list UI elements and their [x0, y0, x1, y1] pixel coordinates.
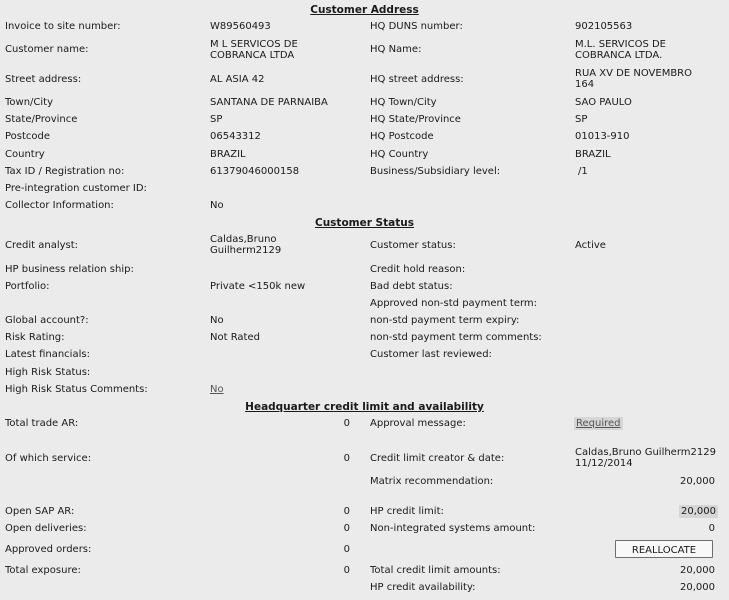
total-trade-ar-value: 0 [343, 418, 350, 429]
high-risk-comments-link[interactable]: No [210, 384, 224, 395]
approved-orders-value: 0 [343, 544, 350, 555]
total-exposure-value: 0 [343, 565, 350, 576]
matrix-recommendation-label: Matrix recommendation: [370, 476, 494, 487]
open-sap-ar-value: 0 [343, 506, 350, 517]
total-limit-amounts-label: Total credit limit amounts: [370, 565, 501, 576]
open-deliveries-label: Open deliveries: [5, 523, 87, 534]
non-integrated-amount-label: Non-integrated systems amount: [370, 523, 536, 534]
non-integrated-amount-value: 0 [708, 523, 715, 534]
risk-rating-value: Not Rated [210, 332, 260, 343]
bad-debt-status-label: Bad debt status: [370, 281, 453, 292]
credit-analyst-value: Caldas,Bruno Guilherm2129 [210, 234, 282, 256]
hp-credit-availability-value: 20,000 [680, 582, 715, 593]
hq-name-value: M.L. SERVICOS DE COBRANCA LTDA. [575, 39, 666, 61]
matrix-recommendation-value: 20,000 [680, 476, 715, 487]
open-sap-ar-label: Open SAP AR: [5, 506, 75, 517]
reallocate-button[interactable]: REALLOCATE [615, 540, 713, 558]
hq-town-value: SAO PAULO [575, 97, 632, 108]
hp-credit-limit-label: HP credit limit: [370, 506, 444, 517]
hq-state-value: SP [575, 114, 588, 125]
business-level-value: /1 [578, 166, 588, 177]
approval-message-link[interactable]: Required [574, 417, 623, 430]
street-address-value: AL ASIA 42 [210, 74, 265, 85]
collector-info-label: Collector Information: [5, 200, 114, 211]
total-trade-ar-label: Total trade AR: [5, 418, 79, 429]
nonstd-term-expiry-label: non-std payment term expiry: [370, 315, 520, 326]
state-province-value: SP [210, 114, 223, 125]
postcode-label: Postcode [5, 131, 51, 142]
total-exposure-label: Total exposure: [5, 565, 81, 576]
hq-name-label: HQ Name: [370, 44, 422, 55]
customer-name-value: M L SERVICOS DE COBRANCA LTDA [210, 39, 298, 61]
high-risk-status-label: High Risk Status: [5, 367, 91, 378]
hq-street-value: RUA XV DE NOVEMBRO 164 [575, 68, 692, 90]
town-city-value: SANTANA DE PARNAIBA [210, 97, 328, 108]
credit-hold-reason-label: Credit hold reason: [370, 264, 466, 275]
hq-town-label: HQ Town/City [370, 97, 437, 108]
latest-financials-label: Latest financials: [5, 349, 90, 360]
approved-orders-label: Approved orders: [5, 544, 92, 555]
collector-info-value: No [210, 200, 224, 211]
invoice-site-number-label: Invoice to site number: [5, 21, 121, 32]
portfolio-label: Portfolio: [5, 281, 50, 292]
hp-business-relationship-label: HP business relation ship: [5, 264, 134, 275]
of-which-service-label: Of which service: [5, 453, 92, 464]
credit-analyst-label: Credit analyst: [5, 240, 79, 251]
hq-state-label: HQ State/Province [370, 114, 461, 125]
limit-creator-value: Caldas,Bruno Guilherm2129 11/12/2014 [575, 447, 716, 469]
town-city-label: Town/City [5, 97, 54, 108]
nonstd-term-comments-label: non-std payment term comments: [370, 332, 542, 343]
country-value: BRAZIL [210, 149, 246, 160]
pre-integration-id-label: Pre-integration customer ID: [5, 183, 147, 194]
portfolio-value: Private <150k new [210, 281, 306, 292]
hq-postcode-label: HQ Postcode [370, 131, 434, 142]
state-province-label: State/Province [5, 114, 78, 125]
customer-status-heading: Customer Status [315, 217, 414, 229]
global-account-label: Global account?: [5, 315, 89, 326]
limit-creator-label: Credit limit creator & date: [370, 453, 505, 464]
risk-rating-label: Risk Rating: [5, 332, 65, 343]
customer-status-value: Active [575, 240, 606, 251]
postcode-value: 06543312 [210, 131, 261, 142]
customer-name-label: Customer name: [5, 44, 89, 55]
approved-nonstd-term-label: Approved non-std payment term: [370, 298, 538, 309]
hq-country-value: BRAZIL [575, 149, 611, 160]
hq-duns-label: HQ DUNS number: [370, 21, 463, 32]
hq-street-label: HQ street address: [370, 74, 464, 85]
hq-postcode-value: 01013-910 [575, 131, 630, 142]
global-account-value: No [210, 315, 224, 326]
street-address-label: Street address: [5, 74, 82, 85]
hq-country-label: HQ Country [370, 149, 429, 160]
invoice-site-number-value: W89560493 [210, 21, 271, 32]
tax-id-label: Tax ID / Registration no: [5, 166, 125, 177]
customer-address-heading: Customer Address [310, 4, 419, 16]
approval-message-label: Approval message: [370, 418, 466, 429]
open-deliveries-value: 0 [343, 523, 350, 534]
high-risk-comments-label: High Risk Status Comments: [5, 384, 148, 395]
customer-status-label: Customer status: [370, 240, 456, 251]
hq-duns-value: 902105563 [575, 21, 633, 32]
hp-credit-limit-value: 20,000 [679, 505, 718, 518]
business-level-label: Business/Subsidiary level: [370, 166, 501, 177]
country-label: Country [5, 149, 45, 160]
of-which-service-value: 0 [343, 453, 350, 464]
total-limit-amounts-value: 20,000 [680, 565, 715, 576]
hq-credit-heading: Headquarter credit limit and availabilit… [245, 401, 484, 413]
hp-credit-availability-label: HP credit availability: [370, 582, 476, 593]
last-reviewed-label: Customer last reviewed: [370, 349, 492, 360]
tax-id-value: 61379046000158 [210, 166, 300, 177]
